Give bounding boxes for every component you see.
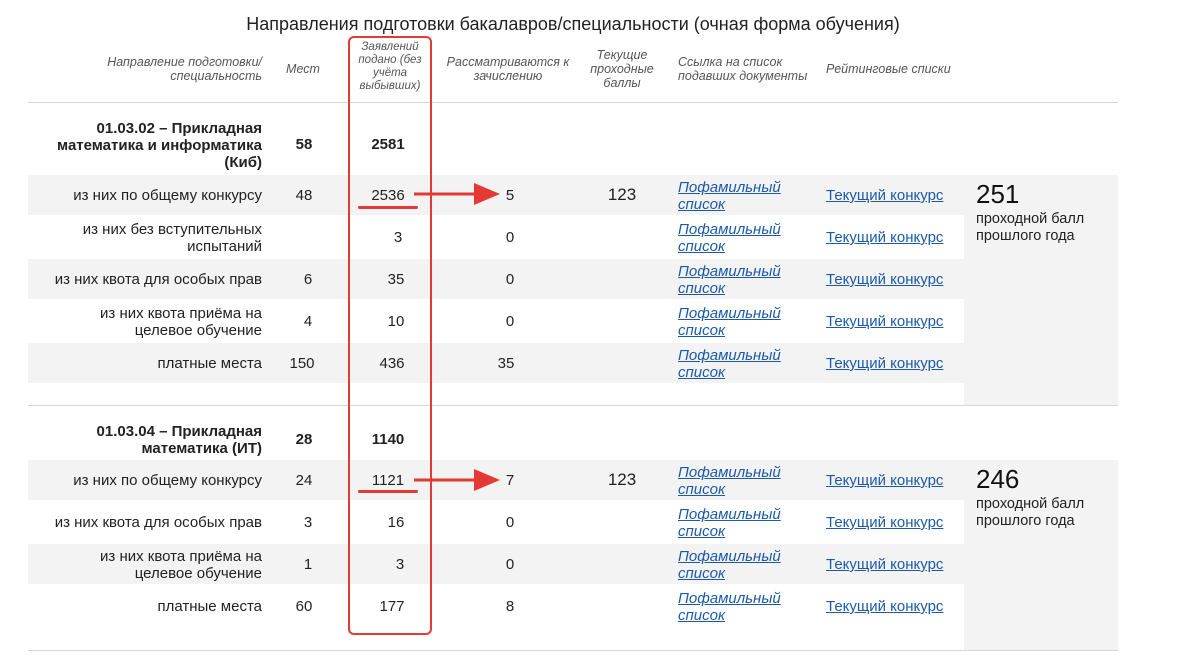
current-contest-link[interactable]: Текущий конкурс [826, 229, 943, 246]
program-name: 01.03.02 – Прикладная математика и инфор… [57, 120, 262, 171]
highlight-underline [358, 206, 418, 209]
current-contest-link[interactable]: Текущий конкурс [826, 313, 943, 330]
row-label: из них без вступительных испытаний [82, 221, 262, 255]
row-considered: 8 [505, 598, 515, 615]
row-label: из них квота приёма на целевое обучение [100, 548, 262, 582]
row-label: из них по общему конкурсу [73, 187, 262, 204]
row-considered: 0 [505, 556, 515, 573]
header-places: Мест [286, 62, 320, 76]
passing-score-caption: проходной балл прошлого года [976, 211, 1085, 244]
surname-list-link[interactable]: Пофамильный список [678, 221, 788, 255]
row-considered: 0 [505, 514, 515, 531]
row-label: из них квота приёма на целевое обучение [100, 305, 262, 339]
row-considered: 0 [505, 229, 515, 246]
row-places: 1 [303, 556, 313, 573]
surname-list-link[interactable]: Пофамильный список [678, 305, 788, 339]
arrow-right-icon [414, 183, 500, 205]
row-label: платные места [157, 355, 262, 372]
row-places: 60 [295, 598, 313, 615]
surname-list-link[interactable]: Пофамильный список [678, 263, 788, 297]
program-name: 01.03.04 – Прикладная математика (ИТ) [96, 423, 262, 457]
current-contest-link[interactable]: Текущий конкурс [826, 598, 943, 615]
passing-score-value: 246 [976, 464, 1020, 494]
row-label: из них квота для особых прав [54, 271, 262, 288]
row-places: 6 [303, 271, 313, 288]
header-ranking: Рейтинговые списки [826, 62, 951, 76]
highlight-underline [358, 490, 418, 493]
passing-score-panel: 251 проходной балл прошлого года [964, 175, 1118, 405]
passing-score-value: 251 [976, 179, 1020, 209]
row-score: 123 [607, 185, 637, 204]
header-considered: Рассматриваются к зачислению [446, 55, 570, 83]
surname-list-link[interactable]: Пофамильный список [678, 548, 788, 582]
header-divider [28, 102, 1118, 103]
bottom-divider [28, 650, 1118, 651]
row-considered: 0 [505, 271, 515, 288]
arrow-right-icon [414, 469, 500, 491]
surname-list-link[interactable]: Пофамильный список [678, 506, 788, 540]
surname-list-link[interactable]: Пофамильный список [678, 179, 788, 213]
row-places: 48 [295, 187, 313, 204]
row-label: из них по общему конкурсу [73, 472, 262, 489]
program-places: 58 [295, 136, 313, 153]
row-considered: 0 [505, 313, 515, 330]
current-contest-link[interactable]: Текущий конкурс [826, 355, 943, 372]
header-current-score: Текущие проходные баллы [590, 48, 654, 90]
current-contest-link[interactable]: Текущий конкурс [826, 514, 943, 531]
header-direction: Направление подготовки/ специальность [107, 55, 262, 83]
row-considered: 35 [497, 355, 515, 372]
surname-list-link[interactable]: Пофамильный список [678, 464, 788, 498]
highlight-box [348, 36, 432, 635]
section-divider [28, 405, 1118, 406]
current-contest-link[interactable]: Текущий конкурс [826, 271, 943, 288]
current-contest-link[interactable]: Текущий конкурс [826, 187, 943, 204]
passing-score-panel: 246 проходной балл прошлого года [964, 460, 1118, 650]
row-places: 4 [303, 313, 313, 330]
row-score: 123 [607, 470, 637, 489]
row-label: платные места [157, 598, 262, 615]
passing-score-caption: проходной балл прошлого года [976, 496, 1085, 529]
surname-list-link[interactable]: Пофамильный список [678, 347, 788, 381]
header-list-link: Ссылка на список подавших документы [678, 55, 808, 83]
surname-list-link[interactable]: Пофамильный список [678, 590, 788, 624]
row-label: из них квота для особых прав [54, 514, 262, 531]
current-contest-link[interactable]: Текущий конкурс [826, 556, 943, 573]
row-places: 3 [303, 514, 313, 531]
row-places: 150 [289, 355, 315, 372]
page-title: Направления подготовки бакалавров/специа… [246, 14, 900, 34]
current-contest-link[interactable]: Текущий конкурс [826, 472, 943, 489]
program-places: 28 [295, 431, 313, 448]
row-places: 24 [295, 472, 313, 489]
